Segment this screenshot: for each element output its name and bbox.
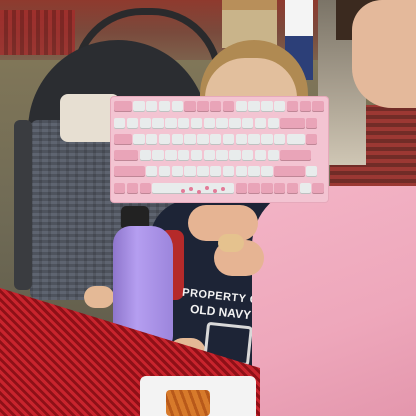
keycap: [261, 183, 273, 194]
keycap: [146, 101, 158, 112]
keycap: [114, 150, 139, 161]
keycap: [274, 183, 286, 194]
keycap: [235, 134, 247, 145]
keycap: [114, 183, 126, 194]
keycap: [306, 134, 318, 145]
keycap: [210, 134, 222, 145]
keycap: [114, 166, 145, 177]
keycap: [267, 150, 279, 161]
woman-pink-sweater: [252, 186, 416, 416]
keycap: [203, 118, 215, 129]
keycap: [165, 150, 177, 161]
keycap: [210, 101, 222, 112]
keycap: [197, 166, 209, 177]
sakura-blossom: [213, 189, 217, 193]
keycap: [146, 134, 158, 145]
keycap: [248, 134, 260, 145]
keycap: [114, 118, 126, 129]
keycap: [261, 134, 273, 145]
sakura-blossom: [181, 189, 185, 193]
food-item: [218, 234, 244, 252]
keycap: [152, 150, 164, 161]
stroller-frame: [14, 120, 32, 290]
keycap: [242, 150, 254, 161]
sakura-blossom: [221, 187, 225, 191]
keycap: [184, 134, 196, 145]
pillar-base: [222, 0, 277, 10]
keycap: [254, 150, 267, 161]
keycap: [235, 183, 247, 194]
keycap: [248, 101, 260, 112]
keycap: [299, 101, 311, 112]
keycap: [286, 183, 299, 194]
keycap: [197, 101, 209, 112]
keycap: [248, 166, 260, 177]
child-arm-left: [84, 286, 114, 308]
keycap: [216, 118, 228, 129]
woman-face: [352, 0, 416, 108]
keycap: [146, 166, 158, 177]
keycap: [133, 134, 145, 145]
keycap: [158, 134, 171, 145]
keycap: [184, 166, 196, 177]
keycap: [178, 118, 190, 129]
keycap: [203, 150, 215, 161]
keycap: [171, 134, 183, 145]
keycap: [274, 166, 305, 177]
pink-mechanical-keyboard: [111, 97, 328, 202]
keycap: [133, 101, 145, 112]
keycap: [274, 134, 286, 145]
keycap: [190, 150, 203, 161]
keycap: [299, 183, 311, 194]
keycap: [178, 150, 190, 161]
keycap: [165, 118, 177, 129]
keycap: [190, 118, 203, 129]
keycap: [280, 150, 311, 161]
keycap: [242, 118, 254, 129]
keycap: [114, 101, 132, 112]
keycap: [210, 166, 222, 177]
bottle-cap: [121, 206, 149, 228]
fries: [166, 390, 210, 416]
keycap: [254, 118, 267, 129]
keycap: [152, 118, 164, 129]
keycap: [216, 150, 228, 161]
keycap: [139, 118, 151, 129]
keycap: [229, 118, 241, 129]
keycap: [222, 101, 235, 112]
sakura-blossom: [197, 190, 201, 194]
sakura-blossom: [189, 187, 193, 191]
keycap: [171, 101, 183, 112]
keycap: [222, 166, 235, 177]
keycap: [139, 150, 151, 161]
keycap: [197, 134, 209, 145]
keycap: [261, 166, 273, 177]
keycap: [274, 101, 286, 112]
keycap: [126, 183, 139, 194]
keycap: [114, 134, 132, 145]
keycap: [126, 118, 139, 129]
keycap: [306, 118, 318, 129]
keycap: [235, 166, 247, 177]
keycap: [139, 183, 151, 194]
keycap: [158, 166, 171, 177]
keycap: [312, 183, 324, 194]
keycap: [184, 101, 196, 112]
background-picnic-table-left: [0, 10, 75, 55]
keycap: [312, 101, 324, 112]
keycap: [222, 134, 235, 145]
keycap: [158, 101, 171, 112]
keycap: [306, 166, 318, 177]
keycap: [261, 101, 273, 112]
keycap: [229, 150, 241, 161]
sakura-blossom: [205, 186, 209, 190]
photo-scene: PROPERTY OF OLD NAVY: [0, 0, 416, 416]
keycap: [286, 101, 299, 112]
keycap: [286, 134, 305, 145]
keycap: [267, 118, 279, 129]
keycap: [235, 101, 247, 112]
keycap: [248, 183, 260, 194]
keycap: [171, 166, 183, 177]
keycap: [280, 118, 305, 129]
